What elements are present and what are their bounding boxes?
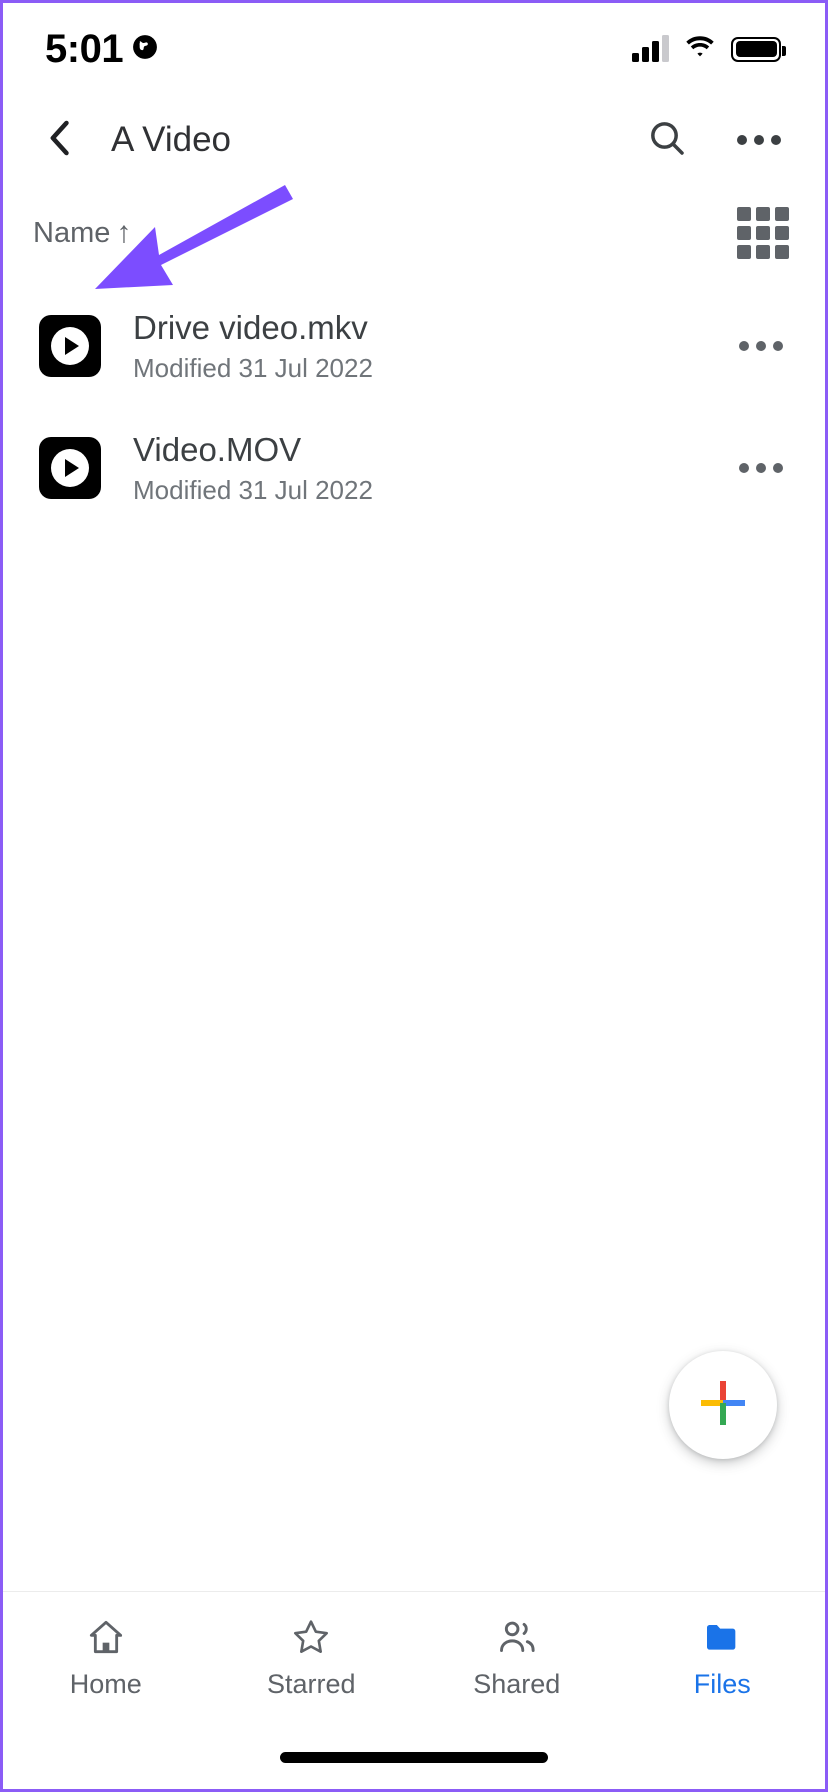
list-item[interactable]: Drive video.mkv Modified 31 Jul 2022 — [3, 285, 825, 407]
wifi-icon — [683, 34, 717, 65]
back-chevron-icon — [42, 118, 78, 163]
app-bar: A Video — [3, 95, 825, 185]
phone-screen: 5:01 A Video Name ↑ Drive video.mkv Modi… — [0, 0, 828, 1792]
nav-label: Starred — [266, 1669, 356, 1699]
app-bar-actions — [639, 112, 787, 168]
nav-item-home[interactable]: Home — [3, 1615, 209, 1700]
more-options-icon — [739, 463, 783, 473]
globe-icon — [132, 34, 158, 65]
home-icon — [86, 1615, 126, 1659]
file-overflow-button[interactable] — [733, 327, 789, 365]
grid-view-icon[interactable] — [737, 207, 789, 259]
overflow-menu-button[interactable] — [731, 112, 787, 168]
status-bar: 5:01 — [3, 3, 825, 95]
nav-label: Files — [693, 1669, 751, 1699]
more-options-icon — [737, 135, 781, 145]
status-clock: 5:01 — [45, 29, 158, 69]
list-item[interactable]: Video.MOV Modified 31 Jul 2022 — [3, 407, 825, 529]
file-info: Video.MOV Modified 31 Jul 2022 — [133, 430, 733, 507]
people-icon — [496, 1615, 538, 1659]
file-modified: Modified 31 Jul 2022 — [133, 353, 373, 384]
sort-by-label: Name — [33, 216, 111, 249]
back-button[interactable] — [31, 111, 89, 169]
nav-label: Home — [69, 1669, 142, 1699]
more-options-icon — [739, 341, 783, 351]
sort-row: Name ↑ — [3, 193, 825, 273]
cellular-signal-icon — [632, 35, 669, 62]
nav-item-files[interactable]: Files — [620, 1615, 826, 1700]
nav-item-starred[interactable]: Starred — [209, 1615, 415, 1700]
status-indicators — [632, 34, 786, 65]
home-indicator — [280, 1752, 548, 1763]
file-info: Drive video.mkv Modified 31 Jul 2022 — [133, 308, 733, 385]
status-time: 5:01 — [45, 27, 124, 71]
nav-label: Shared — [473, 1669, 561, 1699]
create-new-button[interactable] — [669, 1351, 777, 1459]
arrow-up-icon: ↑ — [116, 216, 132, 249]
page-title: A Video — [111, 120, 232, 159]
video-play-icon — [39, 437, 101, 499]
file-modified: Modified 31 Jul 2022 — [133, 475, 373, 506]
nav-item-shared[interactable]: Shared — [414, 1615, 620, 1700]
sort-by-button[interactable]: Name ↑ — [33, 216, 131, 250]
search-button[interactable] — [639, 112, 695, 168]
file-name: Video.MOV — [133, 430, 302, 468]
file-overflow-button[interactable] — [733, 449, 789, 487]
bottom-navigation: Home Starred Shared Files — [3, 1591, 825, 1723]
file-list: Drive video.mkv Modified 31 Jul 2022 Vid… — [3, 285, 825, 529]
battery-full-icon — [731, 36, 786, 62]
file-name: Drive video.mkv — [133, 308, 368, 346]
search-icon — [647, 118, 687, 163]
video-play-icon — [39, 315, 101, 377]
folder-icon — [701, 1615, 743, 1659]
star-icon — [291, 1615, 331, 1659]
plus-icon — [697, 1377, 749, 1434]
